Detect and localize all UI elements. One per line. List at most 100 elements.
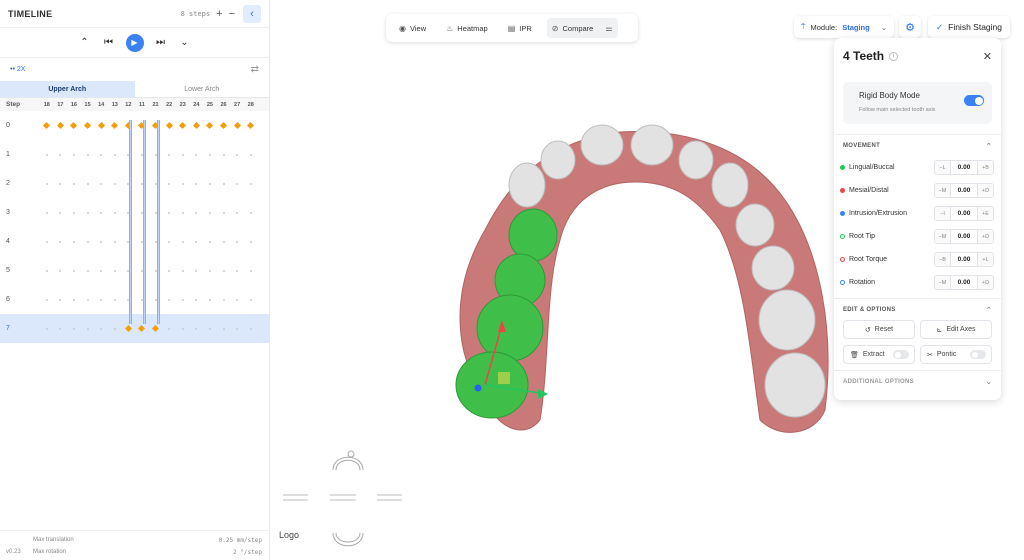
extract-option[interactable]: 🗑 Extract [843,345,915,364]
step-cell[interactable] [176,269,190,272]
step-cell[interactable] [122,324,136,333]
step-cell[interactable] [108,269,122,272]
decrement-button[interactable]: −B [935,253,950,266]
step-cell[interactable] [94,240,108,243]
tooth-header[interactable]: 24 [190,102,204,108]
step-cell[interactable] [217,211,231,214]
step-cell[interactable] [67,240,81,243]
step-cell[interactable] [108,153,122,156]
step-cell[interactable] [203,327,217,330]
info-icon[interactable]: i [889,51,899,61]
step-cell[interactable] [162,153,176,156]
collapse-panel-button[interactable]: ‹ [243,4,261,23]
pontic-option[interactable]: ✂ Pontic [920,345,992,364]
step-cell[interactable] [217,121,231,130]
extract-toggle[interactable] [893,350,909,359]
step-cell[interactable] [67,327,81,330]
step-cell[interactable] [135,298,149,301]
step-cell[interactable] [81,211,95,214]
step-cell[interactable] [40,298,54,301]
step-cell[interactable] [135,240,149,243]
step-cell[interactable] [135,211,149,214]
step-cell[interactable] [54,153,68,156]
step-cell[interactable] [108,327,122,330]
step-cell[interactable] [176,327,190,330]
step-cell[interactable] [244,211,258,214]
tooth-header[interactable]: 16 [67,102,81,108]
step-cell[interactable] [162,298,176,301]
decrement-button[interactable]: −M [935,184,950,197]
step-cell[interactable] [230,121,244,130]
step-cell[interactable] [54,240,68,243]
step-cell[interactable] [94,269,108,272]
ipr-button[interactable]: ▤ IPR [503,18,537,38]
remove-step-button[interactable]: − [229,8,235,20]
step-cell[interactable] [81,269,95,272]
step-cell[interactable] [190,121,204,130]
step-row[interactable]: 3 [0,198,269,227]
step-cell[interactable] [149,324,163,333]
movement-track-11[interactable] [143,120,146,324]
tooth-header[interactable]: 26 [217,102,231,108]
movement-value[interactable]: 0.00 [950,276,978,289]
step-cell[interactable] [94,153,108,156]
finish-staging-button[interactable]: ✓ Finish Staging [928,16,1010,38]
step-cell[interactable] [81,182,95,185]
step-cell[interactable] [81,327,95,330]
step-cell[interactable] [81,298,95,301]
tooth-header[interactable]: 14 [94,102,108,108]
step-cell[interactable] [40,182,54,185]
step-cell[interactable] [217,269,231,272]
step-cell[interactable] [190,211,204,214]
step-cell[interactable] [135,121,149,130]
step-cell[interactable] [67,211,81,214]
step-cell[interactable] [135,324,149,333]
step-cell[interactable] [230,298,244,301]
movement-section-header[interactable]: MOVEMENT ⌃ [834,134,1001,156]
sliders-icon[interactable]: ⚌ [605,24,612,33]
tooth-header[interactable]: 22 [162,102,176,108]
compare-button[interactable]: ⊘ Compare ⚌ [546,18,618,38]
increment-button[interactable]: +D [978,184,993,197]
step-cell[interactable] [108,121,122,130]
step-cell[interactable] [149,211,163,214]
movement-value[interactable]: 0.00 [950,230,978,243]
step-cell[interactable] [190,182,204,185]
step-cell[interactable] [190,298,204,301]
decrement-button[interactable]: −I [935,207,950,220]
swap-icon[interactable]: ⇄ [251,64,259,75]
step-cell[interactable] [176,211,190,214]
additional-options-header[interactable]: ADDITIONAL OPTIONS ⌄ [834,370,1001,392]
step-cell[interactable] [244,327,258,330]
decrement-button[interactable]: −M [935,230,950,243]
heatmap-button[interactable]: ♨ Heatmap [441,18,493,38]
reset-button[interactable]: ↺ Reset [843,320,915,339]
step-row[interactable]: 0 [0,111,269,140]
tooth-header[interactable]: 13 [108,102,122,108]
step-cell[interactable] [203,298,217,301]
step-cell[interactable] [67,298,81,301]
step-cell[interactable] [176,182,190,185]
step-cell[interactable] [108,211,122,214]
step-cell[interactable] [67,269,81,272]
step-cell[interactable] [162,240,176,243]
step-cell[interactable] [190,269,204,272]
edit-axes-button[interactable]: ⊾ Edit Axes [920,320,992,339]
increment-button[interactable]: +D [978,230,993,243]
step-cell[interactable] [94,327,108,330]
jump-first-button[interactable]: ⌃ [78,37,92,48]
rigid-body-toggle[interactable] [964,95,984,106]
speed-toggle[interactable]: •• 2X [10,66,25,73]
step-cell[interactable] [176,240,190,243]
step-cell[interactable] [203,153,217,156]
tooth-header[interactable]: 12 [122,102,136,108]
step-cell[interactable] [217,240,231,243]
step-row[interactable]: 5 [0,256,269,285]
step-row[interactable]: 1 [0,140,269,169]
step-cell[interactable] [40,153,54,156]
movement-value[interactable]: 0.00 [950,207,978,220]
step-row[interactable]: 7 [0,314,269,343]
tooth-header[interactable]: 21 [149,102,163,108]
step-cell[interactable] [230,182,244,185]
step-cell[interactable] [244,240,258,243]
